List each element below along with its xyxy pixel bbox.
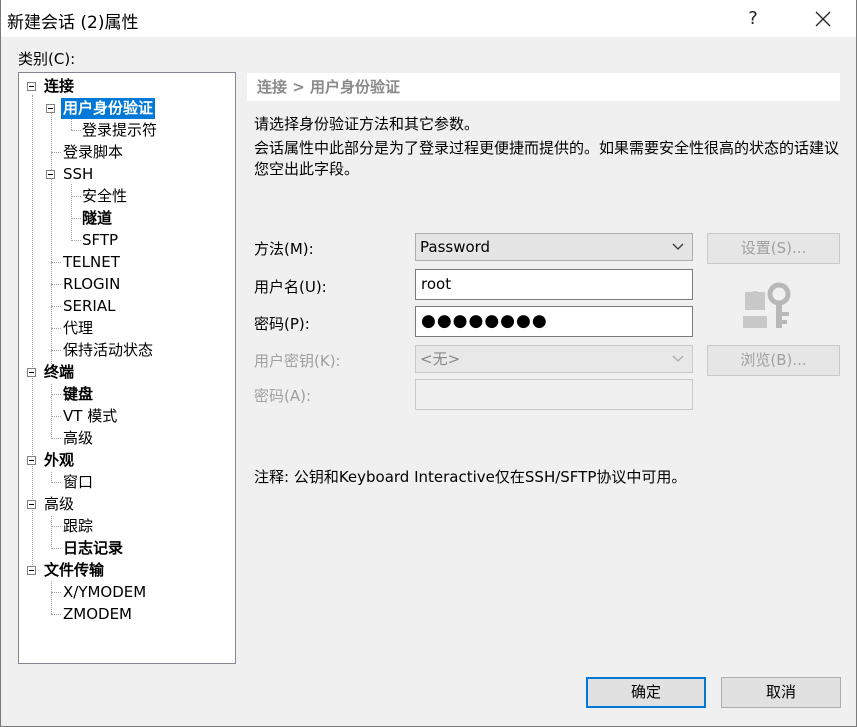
method-value: Password — [420, 238, 491, 256]
settings-button[interactable]: 设置(S)... — [707, 233, 840, 264]
close-button[interactable] — [801, 0, 845, 37]
tree-item-trace[interactable]: 跟踪 — [63, 516, 93, 537]
tree-item-window[interactable]: 窗口 — [63, 472, 93, 493]
panel-description: 请选择身份验证方法和其它参数。 — [254, 115, 480, 133]
collapse-icon[interactable] — [46, 104, 55, 113]
tree-item-keepalive[interactable]: 保持活动状态 — [63, 340, 153, 361]
window-title: 新建会话 (2)属性 — [7, 13, 139, 33]
tree-item-file-transfer[interactable]: 文件传输 — [44, 560, 104, 581]
collapse-icon[interactable] — [46, 170, 55, 179]
tree-item-login-prompts[interactable]: 登录提示符 — [82, 120, 157, 141]
tree-line — [51, 526, 61, 527]
panel-breadcrumb: 连接 > 用户身份验证 — [247, 73, 840, 101]
tree-line — [71, 130, 81, 131]
category-label: 类别(C): — [18, 50, 76, 68]
passphrase-label: 密码(A): — [254, 387, 312, 405]
tree-line — [51, 384, 52, 439]
tree-line — [32, 95, 33, 569]
tree-item-security[interactable]: 安全性 — [82, 186, 127, 207]
username-input[interactable]: root — [415, 269, 693, 300]
ok-button[interactable]: 确定 — [586, 677, 706, 708]
tree-line — [51, 108, 52, 374]
tree-line — [51, 152, 61, 153]
tree-line — [71, 240, 81, 241]
collapse-icon[interactable] — [27, 368, 36, 377]
close-icon — [815, 11, 831, 27]
cancel-button[interactable]: 取消 — [721, 677, 841, 708]
method-label: 方法(M): — [254, 240, 314, 258]
user-key-icon — [743, 282, 791, 328]
tree-line — [71, 184, 72, 241]
tree-item-terminal[interactable]: 终端 — [44, 362, 74, 383]
tree-item-rlogin[interactable]: RLOGIN — [63, 274, 120, 295]
tree-line — [51, 350, 61, 351]
tree-item-sftp[interactable]: SFTP — [82, 230, 118, 251]
tree-item-connection[interactable]: 连接 — [44, 76, 74, 97]
password-label: 密码(P): — [254, 315, 310, 333]
tree-item-serial[interactable]: SERIAL — [63, 296, 115, 317]
user-key-value: <无> — [420, 350, 461, 368]
tree-item-keyboard[interactable]: 键盘 — [63, 384, 93, 405]
method-select[interactable]: Password — [415, 233, 693, 261]
category-tree[interactable]: 连接 用户身份验证 登录提示符 登录脚本 SSH 安全性 隧道 SFTP TEL… — [18, 72, 236, 664]
tree-item-proxy[interactable]: 代理 — [63, 318, 93, 339]
tree-line — [71, 118, 72, 130]
user-key-select[interactable]: <无> — [415, 345, 693, 373]
help-button[interactable]: ? — [736, 0, 770, 37]
panel-security-note: 会话属性中此部分是为了登录过程更便捷而提供的。如果需要安全性很高的状态的话建议您… — [254, 139, 840, 178]
tree-item-zmodem[interactable]: ZMODEM — [63, 604, 132, 625]
tree-line — [51, 394, 61, 395]
browse-button[interactable]: 浏览(B)... — [707, 345, 840, 376]
tree-item-xymodem[interactable]: X/YMODEM — [63, 582, 146, 603]
passphrase-input[interactable] — [415, 379, 693, 410]
password-input[interactable]: ●●●●●●●● — [415, 306, 693, 337]
tree-line — [51, 306, 61, 307]
protocol-note: 注释: 公钥和Keyboard Interactive仅在SSH/SFTP协议中… — [254, 468, 687, 486]
tree-item-advanced[interactable]: 高级 — [44, 494, 74, 515]
title-bar: 新建会话 (2)属性 ? — [1, 0, 856, 37]
tree-item-vt-modes[interactable]: VT 模式 — [63, 406, 117, 427]
tree-item-logging[interactable]: 日志记录 — [63, 538, 123, 559]
tree-line — [51, 592, 61, 593]
collapse-icon[interactable] — [27, 456, 36, 465]
tree-line — [51, 262, 61, 263]
tree-line — [51, 482, 61, 483]
tree-line — [51, 328, 61, 329]
tree-item-terminal-advanced[interactable]: 高级 — [63, 428, 93, 449]
tree-line — [51, 416, 61, 417]
tree-line — [51, 581, 52, 614]
collapse-icon[interactable] — [27, 566, 36, 575]
tree-line — [51, 284, 61, 285]
username-label: 用户名(U): — [254, 278, 327, 296]
tree-item-login-scripts[interactable]: 登录脚本 — [63, 142, 123, 163]
user-key-label: 用户密钥(K): — [254, 352, 341, 370]
chevron-down-icon — [672, 243, 684, 250]
collapse-icon[interactable] — [27, 500, 36, 509]
tree-line — [71, 218, 81, 219]
tree-line — [71, 196, 81, 197]
chevron-down-icon — [672, 355, 684, 362]
tree-line — [51, 438, 61, 439]
collapse-icon[interactable] — [27, 82, 36, 91]
tree-item-telnet[interactable]: TELNET — [63, 252, 120, 273]
tree-line — [51, 516, 52, 549]
tree-item-user-auth[interactable]: 用户身份验证 — [61, 98, 156, 119]
tree-item-tunneling[interactable]: 隧道 — [82, 208, 112, 229]
tree-item-ssh[interactable]: SSH — [63, 164, 93, 185]
tree-item-appearance[interactable]: 外观 — [44, 450, 74, 471]
tree-line — [51, 614, 61, 615]
tree-line — [51, 548, 61, 549]
